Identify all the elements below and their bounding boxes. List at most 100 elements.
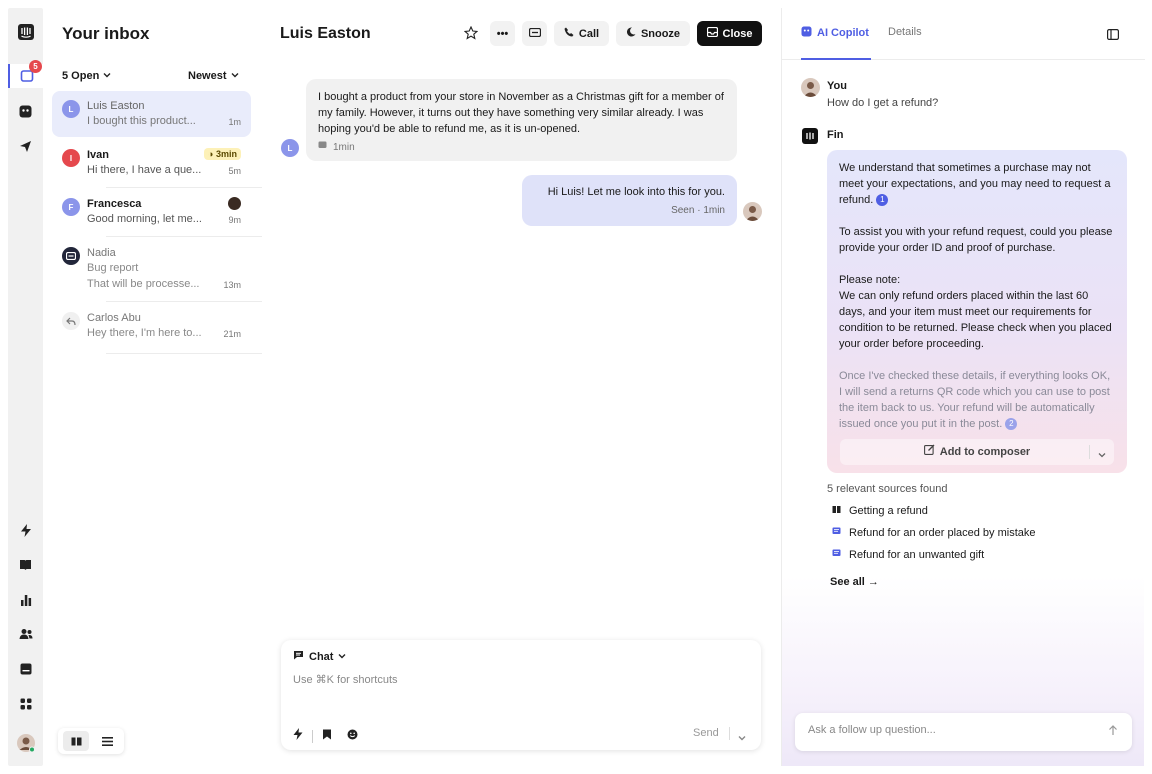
answer-paragraph-faded: Once I've checked these details, if ever…	[839, 368, 1115, 432]
reply-composer[interactable]: Chat Use ⌘K for shortcuts Send	[281, 640, 761, 750]
lightning-icon[interactable]	[8, 518, 43, 542]
agent-message: Hi Luis! Let me look into this for you. …	[522, 175, 737, 226]
chevron-down-icon	[338, 651, 346, 663]
conversation-time: 5m	[228, 166, 241, 176]
channel-selector[interactable]: Chat	[293, 650, 346, 663]
chat-bubble-icon	[293, 650, 304, 663]
reply-arrow-icon	[62, 312, 80, 330]
conversation-name: Carlos Abu	[87, 312, 141, 324]
conversation-snippet: Hey there, I'm here to...	[87, 327, 202, 339]
source-item[interactable]: Getting a refund	[832, 505, 928, 517]
sort-dropdown[interactable]: Newest	[188, 70, 239, 82]
split-view-icon[interactable]	[63, 731, 89, 751]
phone-icon	[564, 27, 574, 40]
add-to-composer-button[interactable]: Add to composer	[840, 439, 1114, 465]
customer-message: I bought a product from your store in No…	[306, 79, 737, 161]
conversation-item-carlos[interactable]: Carlos Abu Hey there, I'm here to... 21m	[52, 303, 251, 349]
answer-text: Once I've checked these details, if ever…	[839, 370, 1111, 430]
outbound-send-icon[interactable]	[8, 134, 43, 158]
source-item[interactable]: Refund for an order placed by mistake	[832, 527, 1036, 539]
message-time: 1min	[333, 142, 355, 153]
snooze-button[interactable]: Snooze	[616, 21, 690, 46]
conversation-time: 1m	[228, 117, 241, 127]
ticket-icon	[62, 247, 80, 265]
customer-avatar: L	[281, 139, 299, 157]
snooze-label: Snooze	[640, 27, 681, 40]
user-avatar[interactable]	[8, 731, 43, 755]
conversation-time: 9m	[228, 215, 241, 225]
inbox-tray-icon	[706, 26, 718, 40]
conversation-snippet: Hi there, I have a que...	[87, 164, 202, 176]
conversation-item-francesca[interactable]: F Francesca Good morning, let me... 9m	[52, 189, 251, 235]
avatar: I	[62, 149, 80, 167]
close-button[interactable]: Close	[697, 21, 762, 46]
channel-label: Chat	[309, 650, 334, 663]
divider	[106, 236, 284, 237]
divider	[729, 727, 730, 740]
intercom-logo-icon[interactable]	[8, 20, 43, 44]
ellipsis-icon: •••	[496, 27, 509, 40]
conversation-panel: Luis Easton ••• Call Snooze Close L I bo…	[262, 8, 780, 766]
call-label: Call	[578, 27, 600, 40]
reports-chart-icon[interactable]	[8, 588, 43, 612]
send-options-chevron-icon[interactable]	[738, 729, 746, 747]
knowledge-book-icon[interactable]	[8, 553, 43, 577]
inbox-title: Your inbox	[62, 24, 150, 43]
chevron-down-icon	[231, 70, 239, 82]
conversation-snippet: That will be processe...	[87, 278, 200, 290]
call-button[interactable]: Call	[554, 21, 609, 46]
star-icon[interactable]	[463, 25, 479, 45]
open-filter-dropdown[interactable]: 5 Open	[62, 70, 111, 82]
ticket-button[interactable]	[522, 21, 547, 46]
divider	[106, 353, 284, 354]
sort-label: Newest	[188, 70, 227, 82]
book-icon	[832, 505, 841, 517]
user-avatar	[801, 78, 820, 97]
composer-input[interactable]: Use ⌘K for shortcuts	[293, 673, 398, 686]
inbox-nav-icon[interactable]: 5	[8, 60, 43, 88]
conversation-name: Francesca	[87, 198, 142, 210]
conversation-item-nadia[interactable]: Nadia Bug report That will be processe..…	[52, 238, 251, 300]
fin-bot-icon[interactable]	[8, 99, 43, 123]
bookmark-icon[interactable]	[322, 727, 332, 745]
lightning-icon[interactable]	[293, 727, 303, 745]
contacts-people-icon[interactable]	[8, 622, 43, 646]
conversation-item-luis[interactable]: L Luis Easton I bought this product... 1…	[52, 91, 251, 137]
chevron-down-icon[interactable]	[1098, 448, 1106, 464]
messenger-icon[interactable]	[8, 657, 43, 681]
arrow-up-icon[interactable]	[1108, 725, 1118, 739]
message-text: Hi Luis! Let me look into this for you.	[547, 186, 725, 198]
question-text: How do I get a refund?	[827, 97, 939, 109]
follow-up-input[interactable]: Ask a follow up question...	[795, 713, 1132, 751]
tab-details[interactable]: Details	[888, 26, 922, 38]
sources-count: 5 relevant sources found	[827, 483, 948, 495]
send-button[interactable]: Send	[693, 727, 719, 739]
emoji-icon[interactable]	[347, 727, 358, 745]
conversation-flag-icon	[832, 549, 841, 561]
answer-paragraph: Please note: We can only refund orders pl…	[839, 272, 1115, 352]
copilot-tabs: AI Copilot Details	[782, 8, 1145, 60]
more-options-button[interactable]: •••	[490, 21, 515, 46]
note-title: Please note:	[839, 274, 901, 286]
conversation-name: Nadia	[87, 247, 116, 259]
list-view-icon[interactable]	[94, 731, 120, 751]
avatar: L	[62, 100, 80, 118]
question-author: You	[827, 80, 847, 92]
conversation-item-ivan[interactable]: I Ivan Hi there, I have a que... ◑ 3min …	[52, 140, 251, 186]
assignee-avatar	[228, 197, 241, 210]
sidebar-toggle-icon[interactable]	[1107, 27, 1120, 45]
tab-ai-copilot[interactable]: AI Copilot	[801, 26, 869, 40]
source-item[interactable]: Refund for an unwanted gift	[832, 549, 984, 561]
bot-name: Fin	[827, 129, 844, 141]
apps-grid-icon[interactable]	[8, 692, 43, 716]
fin-logo-icon	[802, 128, 818, 144]
see-all-link[interactable]: See all →	[830, 576, 879, 588]
message-text: I bought a product from your store in No…	[318, 91, 724, 135]
close-label: Close	[722, 27, 753, 40]
citation-badge[interactable]: 2	[1005, 418, 1018, 431]
citation-badge[interactable]: 1	[876, 194, 889, 207]
conversation-time: 13m	[223, 280, 241, 290]
conversation-snippet: I bought this product...	[87, 115, 196, 127]
answer-paragraph: To assist you with your refund request, …	[839, 226, 1113, 254]
copilot-answer-card: We understand that sometimes a purchase …	[827, 150, 1127, 473]
